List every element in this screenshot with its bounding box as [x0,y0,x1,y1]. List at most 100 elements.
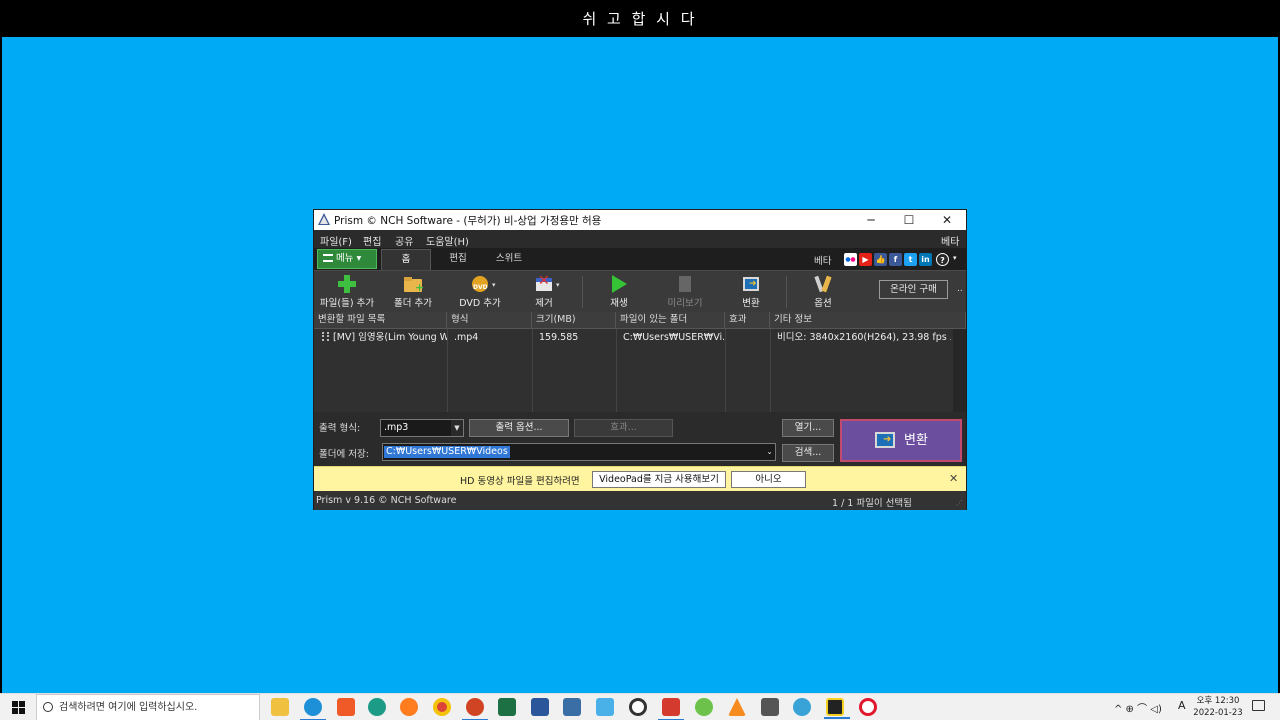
file-explorer-icon[interactable] [271,698,289,716]
maximize-button[interactable]: ☐ [890,210,928,230]
tab-home[interactable]: 홈 [381,249,431,270]
tools-icon [813,275,833,293]
start-button[interactable] [0,694,36,720]
output-controls: 출력 형식: .mp3 ▼ 출력 옵션... 효과... 열기... 폴더에 저… [314,412,966,466]
firefox-icon[interactable] [400,698,418,716]
help-icon[interactable]: ? [936,253,949,266]
opera-icon[interactable] [859,698,877,716]
excel-icon[interactable] [498,698,516,716]
sticky-notes-icon[interactable] [824,698,850,719]
tab-edit[interactable]: 편집 [438,249,478,270]
remote-desktop-icon[interactable] [596,698,614,716]
taskbar-search-box[interactable]: 검색하려면 여기에 입력하십시오. [36,694,260,720]
flickr-icon[interactable] [844,253,857,266]
twitter-icon[interactable]: t [904,253,917,266]
windows-logo-icon [12,701,25,714]
column-divider [532,329,533,412]
convert-button[interactable]: ➜ 변환 [840,419,962,462]
no-thanks-button[interactable]: 아니오 [731,471,806,488]
options-button[interactable]: 옵션 [806,273,840,311]
save-folder-value: C:₩Users₩USER₩Videos [384,446,510,458]
linkedin-icon[interactable]: in [919,253,932,266]
taskbar-clock[interactable]: 오후 12:30 2022-01-23 [1190,695,1246,719]
title-bar[interactable]: Prism © NCH Software - (무허가) 비-상업 가정용만 허… [314,210,966,230]
vlc-player-icon[interactable] [728,698,746,716]
window-title: Prism © NCH Software - (무허가) 비-상업 가정용만 허… [334,215,602,227]
help-dropdown-icon[interactable]: ▾ [953,254,957,262]
menu-file[interactable]: 파일(F) [320,233,352,248]
menu-edit[interactable]: 편집 [363,233,381,248]
search-placeholder: 검색하려면 여기에 입력하십시오. [59,702,198,713]
system-tray-icons[interactable]: ^ ⊕ ⌒ ◁) [1114,700,1162,715]
toolbar-more-button[interactable]: .. [957,284,963,294]
menu-beta[interactable]: 베타 [941,233,959,248]
column-header-size[interactable]: 크기(MB) [532,312,616,329]
menu-share[interactable]: 공유 [395,233,413,248]
output-format-select[interactable]: .mp3 ▼ [380,419,464,437]
notification-center-icon[interactable] [1252,700,1265,711]
add-files-button[interactable]: 파일(들) 추가 [316,273,378,311]
try-videopad-button[interactable]: VideoPad를 지금 사용해보기 [592,471,726,488]
column-header-effects[interactable]: 효과 [725,312,770,329]
close-button[interactable]: ✕ [928,210,966,230]
thumbs-up-icon[interactable]: 👍 [874,253,887,266]
file-name: [MV] 임영웅(Lim Young W... [333,332,447,343]
facebook-icon[interactable]: f [889,253,902,266]
menu-help[interactable]: 도움말(H) [426,233,469,248]
youtube-icon[interactable]: ▶ [859,253,872,266]
save-folder-select[interactable]: C:₩Users₩USER₩Videos ⌄ [382,443,776,461]
edge-browser-icon[interactable] [300,698,326,720]
main-menu-button[interactable]: 메뉴 ▾ [317,249,377,269]
powerpoint-icon[interactable] [462,698,488,720]
magnifier-icon[interactable] [629,698,647,716]
options-label: 옵션 [814,298,832,309]
column-divider [770,329,771,412]
slide-title: 쉬 고 합 시 다 [0,0,1280,37]
word-icon[interactable] [531,698,549,716]
browse-button[interactable]: 검색... [782,444,834,462]
search-icon [43,702,53,712]
effects-button[interactable]: 효과... [574,419,673,437]
open-button[interactable]: 열기... [782,419,834,437]
play-button[interactable]: 재생 [602,273,636,311]
minimize-button[interactable]: ─ [852,210,890,230]
prism-app-icon [318,213,330,225]
column-header-format[interactable]: 형식 [447,312,532,329]
output-options-button[interactable]: 출력 옵션... [469,419,569,437]
remove-button[interactable]: ✕ ▾ 제거 [524,273,564,311]
status-selection: 1 / 1 파일이 선택됨 [832,498,912,509]
column-header-info[interactable]: 기타 정보 [770,312,966,329]
output-format-value: .mp3 [384,422,409,433]
taskbar: 검색하려면 여기에 입력하십시오. ^ ⊕ ⌒ ◁) A 오후 12:30 20… [0,693,1280,720]
add-dvd-button[interactable]: DVD ▾ DVD 추가 [452,273,508,311]
column-header-folder[interactable]: 파일이 있는 폴더 [616,312,725,329]
folder-add-icon: + [403,275,424,293]
brave-browser-icon[interactable] [337,698,355,716]
whale-browser-icon[interactable] [368,698,386,716]
table-scrollbar[interactable] [953,329,966,412]
tab-suite[interactable]: 스위트 [486,249,532,270]
plus-icon [337,275,357,293]
column-divider [725,329,726,412]
film-icon [322,332,329,341]
output-format-label: 출력 형식: [319,423,361,434]
clock-time: 오후 12:30 [1196,696,1240,706]
dropdown-arrow-icon: ▾ [353,253,362,264]
add-folder-button[interactable]: + 폴더 추가 [388,273,438,311]
preview-button[interactable]: 미리보기 [662,273,708,311]
calculator-icon[interactable] [761,698,779,716]
buy-online-button[interactable]: 온라인 구매 [879,280,948,299]
browser-icon[interactable] [793,698,811,716]
input-language-indicator[interactable]: A [1178,699,1186,712]
convert-toolbar-button[interactable]: ➜ 변환 [734,273,768,311]
screen-recorder-icon[interactable] [658,698,684,720]
beta-label[interactable]: 베타 [814,253,831,267]
chrome-icon[interactable] [433,698,451,716]
dvd-icon: DVD ▾ [470,275,496,293]
column-header-files[interactable]: 변환할 파일 목록 [314,312,447,329]
android-app-icon[interactable] [695,698,713,716]
notification-close-icon[interactable]: ✕ [949,472,958,485]
hwp-icon[interactable] [563,698,581,716]
file-list-table: 변환할 파일 목록 형식 크기(MB) 파일이 있는 폴더 효과 기타 정보 [… [314,312,966,412]
resize-grip-icon[interactable]: ⋰ [956,499,963,507]
